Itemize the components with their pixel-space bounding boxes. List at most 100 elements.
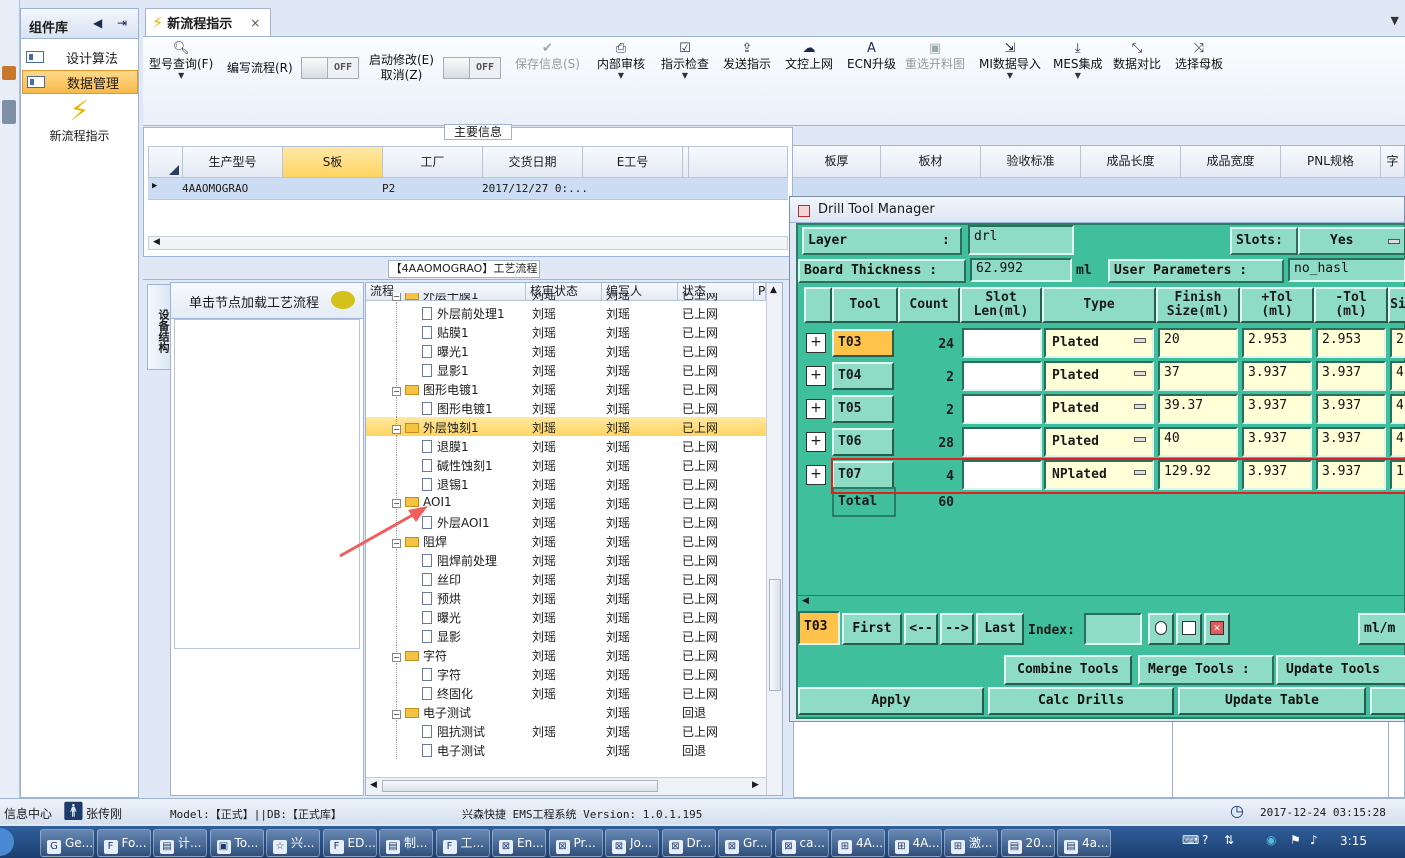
extra-button[interactable] — [1370, 687, 1405, 715]
tool-name[interactable]: T03 — [832, 329, 894, 357]
combine-tools-button[interactable]: Combine Tools — [1004, 655, 1132, 685]
help-icon[interactable]: ? — [1202, 833, 1208, 847]
tree-row[interactable]: 曝光 刘瑶 刘瑶 已上网 — [366, 607, 766, 626]
speaker-icon[interactable]: ♪ — [1310, 833, 1318, 847]
slot-len-input[interactable] — [962, 328, 1042, 358]
scroll-left-icon[interactable]: ◀ — [802, 596, 809, 606]
tree-row[interactable]: 显影 刘瑶 刘瑶 已上网 — [366, 626, 766, 645]
column-header[interactable]: 成品宽度 — [1181, 146, 1281, 177]
nav-item-design-algorithm[interactable]: 设计算法 — [22, 45, 138, 69]
tree-vertical-scrollbar[interactable]: ▲ — [766, 283, 782, 795]
tree-node[interactable]: 贴膜1 — [422, 324, 469, 341]
tool-name[interactable]: T05 — [832, 395, 894, 423]
minus-tol-input[interactable]: 3.937 — [1316, 427, 1386, 457]
tree-node[interactable]: 预烘 — [422, 590, 461, 607]
keyboard-icon[interactable]: ⌨ — [1182, 833, 1199, 847]
first-button[interactable]: First — [842, 613, 902, 645]
table-row-continued[interactable] — [793, 178, 1405, 198]
tree-node[interactable]: 阻抗测试 — [422, 723, 485, 740]
taskbar-clock[interactable]: 3:15 — [1340, 834, 1367, 848]
finish-size-input[interactable]: 37 — [1158, 361, 1238, 391]
tree-node[interactable]: 碱性蚀刻1 — [422, 457, 493, 474]
si-input[interactable]: 2 — [1390, 328, 1405, 358]
doc-upload-button[interactable]: ☁ 文控上网 — [785, 41, 833, 72]
taskbar-item[interactable]: ⊠ Dr... — [661, 829, 716, 857]
tree-row[interactable]: − 图形电镀1 刘瑶 刘瑶 已上网 — [366, 379, 766, 398]
mi-import-button[interactable]: ⇲ MI数据导入 ▼ — [979, 41, 1041, 80]
tree-row[interactable]: 终固化 刘瑶 刘瑶 已上网 — [366, 683, 766, 702]
minus-tol-input[interactable]: 3.937 — [1316, 361, 1386, 391]
new-flow-shortcut[interactable]: ⚡ 新流程指示 — [21, 95, 138, 155]
filter-icon[interactable] — [1176, 613, 1202, 645]
tree-row[interactable]: 字符 刘瑶 刘瑶 已上网 — [366, 664, 766, 683]
tool-table-horizontal-scrollbar[interactable]: ◀ — [798, 595, 1404, 609]
tree-node[interactable]: 丝印 — [422, 571, 461, 588]
column-header[interactable]: 工厂 — [383, 147, 483, 177]
tree-node[interactable]: 退锡1 — [422, 476, 469, 493]
taskbar-item[interactable]: ⊠ En... — [492, 829, 546, 857]
tab-new-flow[interactable]: ⚡ 新流程指示 × — [145, 8, 271, 36]
tab-equipment-structure[interactable]: 设备结构 — [147, 284, 171, 370]
slot-len-input[interactable] — [962, 394, 1042, 424]
column-header[interactable]: 生产型号 — [183, 147, 283, 177]
tree-row[interactable]: 显影1 刘瑶 刘瑶 已上网 — [366, 360, 766, 379]
nav-item-data-management[interactable]: 数据管理 — [22, 70, 138, 94]
browser-icon[interactable]: ◉ — [1266, 833, 1276, 847]
tree-node[interactable]: 曝光 — [422, 609, 461, 626]
minus-tol-input[interactable]: 2.953 — [1316, 328, 1386, 358]
type-select[interactable]: Plated — [1044, 394, 1154, 424]
finish-size-input[interactable]: 39.37 — [1158, 394, 1238, 424]
taskbar-item[interactable]: ▤ 4a... — [1057, 829, 1111, 857]
taskbar-item[interactable]: ▤ 计... — [153, 829, 207, 857]
model-query-button[interactable]: 🔍︎ 型号查询(F) ▼ — [149, 41, 213, 80]
tree-node[interactable]: 外层AOI1 — [422, 514, 490, 531]
tree-row[interactable]: 碱性蚀刻1 刘瑶 刘瑶 已上网 — [366, 455, 766, 474]
column-header[interactable]: 字符 — [1381, 146, 1405, 198]
scroll-right-icon[interactable]: ▶ — [752, 780, 759, 790]
update-table-button[interactable]: Update Table — [1178, 687, 1366, 715]
cell-model[interactable]: 4AAOMOGRAO — [182, 182, 248, 195]
tree-node[interactable]: 曝光1 — [422, 343, 469, 360]
slot-len-input[interactable] — [962, 427, 1042, 457]
tree-row[interactable]: − 外层蚀刻1 刘瑶 刘瑶 已上网 — [366, 417, 766, 436]
scroll-up-icon[interactable]: ▲ — [770, 285, 777, 295]
update-tools-button[interactable]: Update Tools — [1276, 655, 1405, 685]
collapse-icon[interactable]: − — [392, 653, 401, 662]
taskbar-item[interactable]: ⊞ 激... — [944, 829, 998, 857]
tree-row[interactable]: 外层前处理1 刘瑶 刘瑶 已上网 — [366, 303, 766, 322]
taskbar-item[interactable]: F ED... — [322, 829, 377, 857]
tree-row[interactable]: − 电子测试 刘瑶 回退 — [366, 702, 766, 721]
pin-icon[interactable]: ⇥ — [117, 16, 127, 30]
tree-node[interactable]: − 图形电镀1 — [392, 381, 479, 398]
collapse-icon[interactable]: − — [392, 425, 401, 434]
tool-name[interactable]: T06 — [832, 428, 894, 456]
tree-horizontal-scrollbar[interactable]: ◀ ▶ — [366, 777, 766, 795]
scroll-thumb[interactable] — [382, 780, 658, 792]
device-icon[interactable] — [2, 100, 16, 124]
add-tool-icon[interactable]: + — [806, 432, 826, 452]
speech-bubble-icon[interactable] — [331, 291, 355, 309]
add-tool-icon[interactable]: + — [806, 399, 826, 419]
tree-node[interactable]: 图形电镀1 — [422, 400, 493, 417]
minus-tol-input[interactable]: 3.937 — [1316, 394, 1386, 424]
tree-row[interactable]: 丝印 刘瑶 刘瑶 已上网 — [366, 569, 766, 588]
tree-node[interactable]: 阻焊前处理 — [422, 552, 497, 569]
collapse-icon[interactable]: − — [392, 293, 401, 301]
grid-horizontal-scrollbar[interactable]: ◀ — [148, 236, 788, 250]
ecn-upgrade-button[interactable]: A ECN升级 — [847, 41, 896, 72]
add-tool-icon[interactable]: + — [806, 333, 826, 353]
column-header[interactable]: 验收标准 — [981, 146, 1081, 177]
taskbar-item[interactable]: G Ge... — [40, 829, 94, 857]
type-select[interactable]: Plated — [1044, 361, 1154, 391]
taskbar-item[interactable]: ▤ 制... — [379, 829, 433, 857]
taskbar-item[interactable]: ▤ 20... — [1000, 829, 1055, 857]
tree-node[interactable]: 字符 — [422, 666, 461, 683]
modify-toggle[interactable]: OFF — [443, 57, 501, 79]
tree-row[interactable]: 图形电镀1 刘瑶 刘瑶 已上网 — [366, 398, 766, 417]
taskbar-item[interactable]: ⊞ 4A... — [831, 829, 885, 857]
type-select[interactable]: Plated — [1044, 328, 1154, 358]
calc-drills-button[interactable]: Calc Drills — [988, 687, 1174, 715]
taskbar-item[interactable]: ⊠ Pr... — [548, 829, 603, 857]
tree-row[interactable]: 退膜1 刘瑶 刘瑶 已上网 — [366, 436, 766, 455]
tree-row[interactable]: − 外层干膜1 刘瑶 刘瑶 已上网 — [366, 293, 766, 303]
